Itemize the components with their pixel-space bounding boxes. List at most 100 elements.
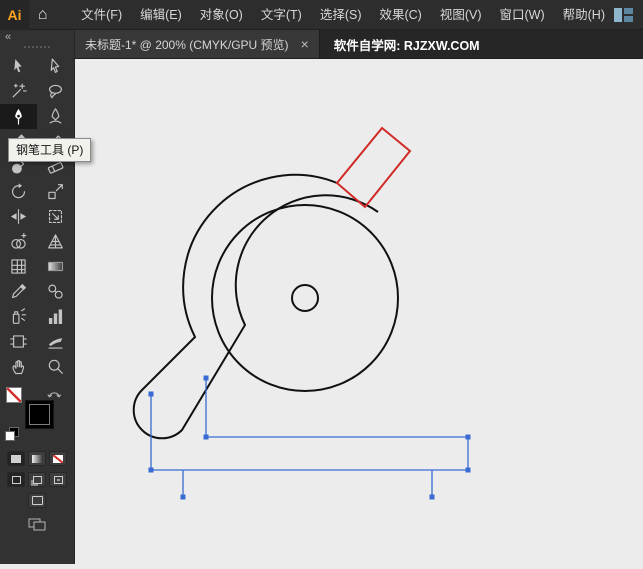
close-icon[interactable]: ×	[301, 37, 309, 51]
tool-lasso[interactable]	[37, 79, 74, 104]
tool-perspective-grid[interactable]	[37, 229, 74, 254]
draw-behind-icon	[32, 475, 42, 484]
menu-view[interactable]: 视图(V)	[431, 0, 491, 30]
mesh-tool-icon	[11, 259, 26, 274]
anchor-point[interactable]	[465, 467, 471, 473]
menu-items: 文件(F) 编辑(E) 对象(O) 文字(T) 选择(S) 效果(C) 视图(V…	[72, 0, 614, 30]
color-icon	[11, 454, 21, 463]
tool-artboard[interactable]	[0, 329, 37, 354]
tool-column-graph[interactable]	[37, 304, 74, 329]
draw-behind-button[interactable]	[28, 472, 46, 487]
tool-magic-wand[interactable]	[0, 79, 37, 104]
menu-help[interactable]: 帮助(H)	[554, 0, 614, 30]
blend-tool-icon	[48, 284, 63, 299]
anchor-point[interactable]	[465, 434, 471, 440]
pen-tool-tooltip: 钢笔工具 (P)	[8, 138, 92, 162]
menu-type[interactable]: 文字(T)	[252, 0, 311, 30]
toolbar: «	[0, 30, 75, 564]
tool-scale[interactable]	[37, 179, 74, 204]
tool-zoom[interactable]	[37, 354, 74, 379]
direct-selection-tool-icon	[50, 58, 60, 73]
anchor-point[interactable]	[203, 434, 209, 440]
magic-wand-tool-icon	[12, 83, 27, 98]
tool-width[interactable]	[0, 204, 37, 229]
tool-selection[interactable]	[0, 54, 37, 79]
workspace-switcher-icon[interactable]	[614, 7, 633, 22]
fill-swatch-none[interactable]	[5, 387, 22, 403]
lasso-tool-icon	[48, 84, 63, 99]
toolbar-grip[interactable]	[23, 45, 51, 50]
swap-fill-stroke-icon[interactable]	[46, 388, 62, 399]
tool-pen[interactable]	[0, 104, 37, 129]
tool-curvature[interactable]	[37, 104, 74, 129]
color-button[interactable]	[7, 451, 25, 466]
none-button[interactable]	[49, 451, 67, 466]
draw-inside-button[interactable]	[49, 472, 67, 487]
canvas[interactable]	[75, 59, 643, 564]
draw-normal-icon	[11, 475, 21, 484]
anchor-point[interactable]	[429, 494, 435, 500]
stroke-swatch-black[interactable]	[24, 400, 54, 429]
screen-mode-icon	[31, 496, 43, 505]
tool-shape-builder[interactable]	[0, 229, 37, 254]
default-fill-stroke-icon[interactable]	[4, 427, 19, 441]
anchor-point[interactable]	[203, 375, 209, 381]
selection-tool-icon	[14, 59, 22, 73]
gradient-tool-icon	[47, 261, 64, 272]
artwork-guard-and-handle-path[interactable]	[132, 173, 379, 440]
none-icon	[53, 454, 63, 463]
artwork-center-circle[interactable]	[291, 284, 319, 312]
anchor-point[interactable]	[148, 467, 154, 473]
tool-direct-selection[interactable]	[37, 54, 74, 79]
color-mode-buttons	[7, 451, 67, 466]
home-icon[interactable]: ⌂	[29, 0, 56, 30]
slice-tool-icon	[48, 338, 63, 349]
shape-builder-tool-icon	[11, 233, 27, 249]
collapsed-panel-icon[interactable]	[28, 518, 46, 536]
selected-red-rectangle[interactable]	[335, 126, 412, 209]
fill-stroke-controls	[0, 387, 75, 445]
draw-inside-icon	[53, 475, 63, 484]
tool-blend[interactable]	[37, 279, 74, 304]
tool-eyedropper[interactable]	[0, 279, 37, 304]
app-logo[interactable]: Ai	[0, 0, 29, 30]
column-graph-tool-icon	[48, 309, 63, 324]
menu-effect[interactable]: 效果(C)	[370, 0, 430, 30]
menubar: Ai ⌂ 文件(F) 编辑(E) 对象(O) 文字(T) 选择(S) 效果(C)…	[0, 0, 643, 30]
artwork-black-outlines[interactable]	[132, 173, 399, 440]
menu-window[interactable]: 窗口(W)	[491, 0, 554, 30]
zoom-tool-icon	[48, 359, 63, 374]
anchor-point[interactable]	[180, 494, 186, 500]
symbol-sprayer-tool-icon	[12, 308, 27, 324]
gradient-button[interactable]	[28, 451, 46, 466]
pen-tool-icon	[15, 108, 22, 125]
pen-path-blue[interactable]	[150, 378, 469, 497]
collapse-toolbar-icon[interactable]: «	[0, 30, 11, 44]
curvature-tool-icon	[49, 108, 62, 124]
rotate-tool-icon	[11, 183, 26, 199]
toolbar-header: «	[0, 30, 74, 44]
tool-slice[interactable]	[37, 329, 74, 354]
artwork-blade-circle[interactable]	[211, 204, 399, 392]
anchor-point[interactable]	[148, 391, 154, 397]
drawing-mode-buttons	[7, 472, 67, 487]
tool-rotate[interactable]	[0, 179, 37, 204]
screen-mode-button[interactable]	[28, 493, 46, 508]
tool-mesh[interactable]	[0, 254, 37, 279]
document-tab[interactable]: 未标题-1* @ 200% (CMYK/GPU 预览) ×	[75, 30, 320, 58]
site-watermark-text: 软件自学网: RJZXW.COM	[333, 38, 480, 53]
menu-object[interactable]: 对象(O)	[191, 0, 252, 30]
draw-normal-button[interactable]	[7, 472, 25, 487]
canvas-artwork-svg[interactable]	[75, 59, 643, 564]
tool-free-transform[interactable]	[37, 204, 74, 229]
perspective-grid-tool-icon	[48, 234, 63, 249]
menu-edit[interactable]: 编辑(E)	[131, 0, 191, 30]
tabbar: 未标题-1* @ 200% (CMYK/GPU 预览) × 软件自学网: RJZ…	[75, 30, 643, 59]
menu-select[interactable]: 选择(S)	[311, 0, 371, 30]
tools-grid	[0, 54, 74, 379]
document-tab-title: 未标题-1* @ 200% (CMYK/GPU 预览)	[85, 37, 289, 52]
tool-symbol-sprayer[interactable]	[0, 304, 37, 329]
tool-hand[interactable]	[0, 354, 37, 379]
menu-file[interactable]: 文件(F)	[72, 0, 131, 30]
tool-gradient[interactable]	[37, 254, 74, 279]
